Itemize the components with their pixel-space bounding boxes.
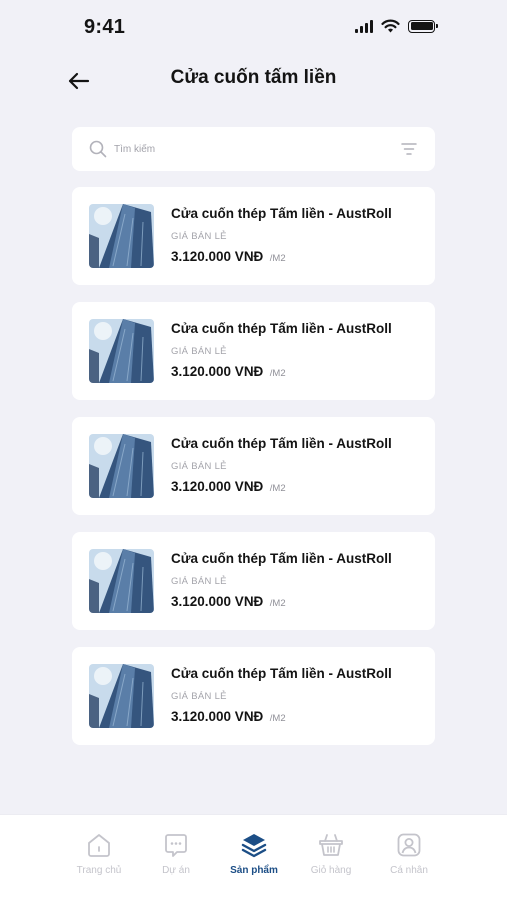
tab-home[interactable]: Trang chủ: [59, 831, 139, 891]
product-card[interactable]: Cửa cuốn thép Tấm liền - AustRoll GIÁ BÁ…: [72, 187, 435, 285]
status-bar: 9:41: [0, 0, 507, 56]
filter-icon[interactable]: [401, 142, 417, 156]
tab-label: Sản phẩm: [230, 865, 278, 876]
product-image: [89, 319, 154, 383]
tab-label: Dự án: [162, 865, 190, 876]
product-price: 3.120.000 VNĐ: [171, 709, 264, 724]
product-name: Cửa cuốn thép Tấm liền - AustRoll: [171, 666, 392, 681]
product-image: [89, 204, 154, 268]
product-image: [89, 549, 154, 613]
layers-icon: [240, 831, 268, 859]
price-unit: /M2: [269, 598, 286, 609]
search-bar: [72, 127, 435, 171]
price-unit: /M2: [269, 368, 286, 379]
page-title: Cửa cuốn tấm liền: [170, 67, 337, 88]
cellular-signal-icon: [355, 19, 373, 33]
product-price: 3.120.000 VNĐ: [171, 594, 264, 609]
tab-label: Trang chủ: [76, 865, 122, 876]
product-price: 3.120.000 VNĐ: [171, 479, 264, 494]
battery-icon: [408, 19, 438, 33]
tab-projects[interactable]: Dự án: [136, 831, 216, 891]
product-card[interactable]: Cửa cuốn thép Tấm liền - AustRoll GIÁ BÁ…: [72, 302, 435, 400]
tab-label: Cá nhân: [390, 865, 428, 876]
price-row: 3.120.000 VNĐ /M2: [171, 593, 286, 611]
product-card[interactable]: Cửa cuốn thép Tấm liền - AustRoll GIÁ BÁ…: [72, 647, 435, 745]
price-unit: /M2: [269, 253, 286, 264]
search-input[interactable]: [114, 137, 384, 161]
product-price: 3.120.000 VNĐ: [171, 249, 264, 264]
product-name: Cửa cuốn thép Tấm liền - AustRoll: [171, 551, 392, 566]
product-name: Cửa cuốn thép Tấm liền - AustRoll: [171, 206, 392, 221]
chat-icon: [162, 831, 190, 859]
price-label: GIÁ BÁN LẺ: [171, 691, 227, 702]
profile-icon: [395, 831, 423, 859]
tab-products[interactable]: Sản phẩm: [214, 831, 294, 891]
product-image: [89, 664, 154, 728]
product-name: Cửa cuốn thép Tấm liền - AustRoll: [171, 436, 392, 451]
wifi-icon: [381, 19, 400, 33]
product-price: 3.120.000 VNĐ: [171, 364, 264, 379]
home-icon: [85, 831, 113, 859]
status-time: 9:41: [84, 16, 126, 38]
price-row: 3.120.000 VNĐ /M2: [171, 363, 286, 381]
product-card[interactable]: Cửa cuốn thép Tấm liền - AustRoll GIÁ BÁ…: [72, 417, 435, 515]
price-row: 3.120.000 VNĐ /M2: [171, 478, 286, 496]
header: Cửa cuốn tấm liền: [0, 56, 507, 104]
price-label: GIÁ BÁN LẺ: [171, 576, 227, 587]
product-image: [89, 434, 154, 498]
basket-icon: [317, 831, 345, 859]
status-icons: [355, 19, 438, 33]
price-label: GIÁ BÁN LẺ: [171, 346, 227, 357]
price-label: GIÁ BÁN LẺ: [171, 231, 227, 242]
price-unit: /M2: [269, 713, 286, 724]
price-row: 3.120.000 VNĐ /M2: [171, 248, 286, 266]
product-list: Cửa cuốn thép Tấm liền - AustRoll GIÁ BÁ…: [72, 187, 435, 762]
price-row: 3.120.000 VNĐ /M2: [171, 708, 286, 726]
tab-label: Giỏ hàng: [310, 865, 352, 876]
tab-cart[interactable]: Giỏ hàng: [291, 831, 371, 891]
product-name: Cửa cuốn thép Tấm liền - AustRoll: [171, 321, 392, 336]
product-card[interactable]: Cửa cuốn thép Tấm liền - AustRoll GIÁ BÁ…: [72, 532, 435, 630]
price-label: GIÁ BÁN LẺ: [171, 461, 227, 472]
search-icon: [89, 140, 107, 158]
bottom-tab-bar: Trang chủ Dự án Sản phẩm Giỏ hàng Cá nhâ…: [0, 814, 507, 900]
tab-profile[interactable]: Cá nhân: [369, 831, 449, 891]
price-unit: /M2: [269, 483, 286, 494]
